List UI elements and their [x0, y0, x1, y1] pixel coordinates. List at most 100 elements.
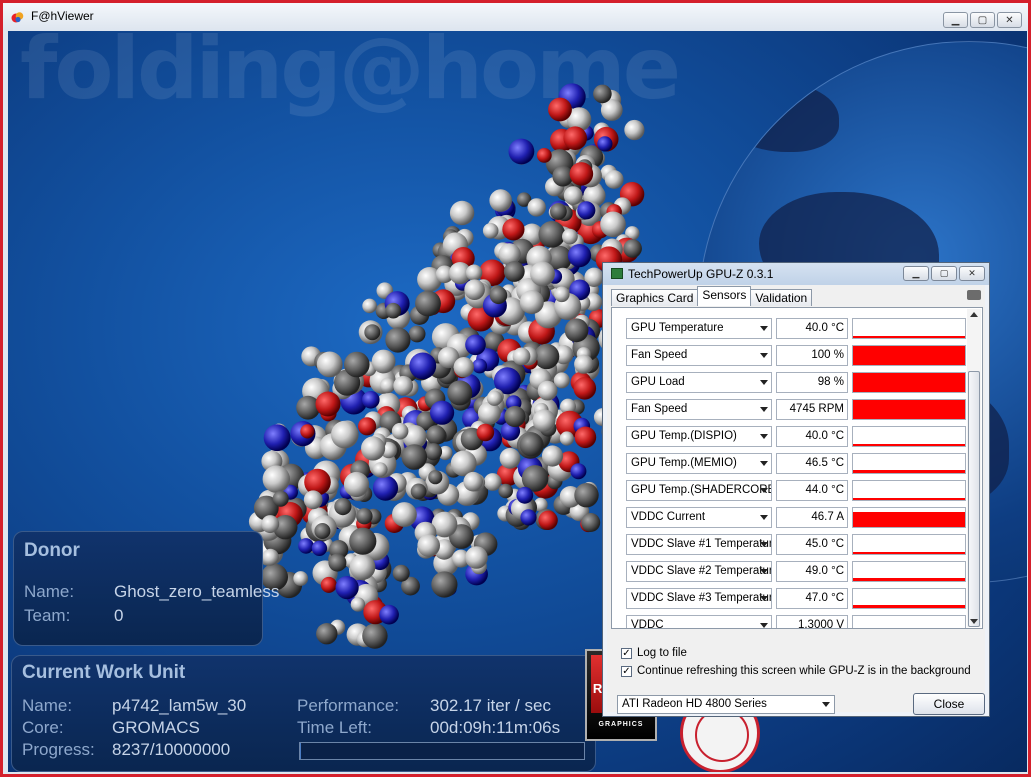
donor-name-value: Ghost_zero_teamless [114, 582, 280, 601]
atom [391, 422, 409, 440]
sensor-name: GPU Temp.(SHADERCORE) [631, 484, 772, 496]
atom [476, 423, 495, 442]
atom [472, 358, 488, 374]
sensor-graph-fill [853, 400, 965, 419]
atom [486, 390, 503, 406]
atom [314, 523, 331, 539]
atom [563, 126, 587, 150]
sensor-graph-fill [853, 605, 965, 608]
atom [361, 436, 386, 461]
sensor-row: VDDC Slave #1 Temperature 45.0 °C [626, 534, 966, 555]
sensor-row: GPU Temp.(MEMIO) 46.5 °C [626, 453, 966, 474]
sensor-name-select[interactable]: Fan Speed [626, 399, 772, 420]
log-to-file-row[interactable]: ✓ Log to file [621, 647, 687, 659]
sensor-name: GPU Temp.(MEMIO) [631, 457, 737, 469]
sensor-value: 100 % [776, 345, 848, 366]
sensor-list[interactable]: GPU Temperature 40.0 °C Fan Speed 100 % GPU … [611, 307, 983, 629]
tab-sensors[interactable]: Sensors [697, 286, 752, 306]
wu-name-value: p4742_lam5w_30 [112, 696, 247, 715]
gpuz-close-dialog-button[interactable]: Close [913, 693, 985, 715]
chevron-down-icon [760, 407, 768, 412]
sensor-name-select[interactable]: VDDC [626, 615, 772, 628]
tab-validation[interactable]: Validation [750, 289, 813, 306]
continue-refresh-checkbox[interactable]: ✓ [621, 665, 632, 677]
atom [597, 136, 613, 152]
atom [465, 264, 483, 281]
donor-title: Donor [24, 540, 80, 561]
atom [392, 564, 410, 582]
sensor-graph-fill [853, 470, 965, 473]
work-unit-panel: Current Work Unit Name: p4742_lam5w_30 C… [11, 655, 596, 772]
atom [624, 119, 645, 141]
scroll-down-icon[interactable] [970, 619, 978, 624]
atom [465, 334, 486, 356]
atom [349, 554, 376, 580]
continue-refresh-row[interactable]: ✓ Continue refreshing this screen while … [621, 665, 971, 677]
chevron-down-icon [760, 380, 768, 385]
sensor-name-select[interactable]: GPU Load [626, 372, 772, 393]
donor-name-label: Name: [24, 582, 75, 601]
gpuz-title-bar[interactable]: TechPowerUp GPU-Z 0.3.1 ▁ ▢ ✕ [603, 263, 989, 285]
atom [536, 148, 552, 163]
close-button[interactable]: ✕ [997, 12, 1022, 28]
sensor-scrollbar[interactable] [967, 309, 981, 627]
minimize-button[interactable]: ▁ [943, 12, 968, 28]
atom [527, 198, 546, 217]
atom [426, 425, 446, 445]
atom [463, 471, 484, 492]
device-select[interactable]: ATI Radeon HD 4800 Series [617, 695, 835, 714]
sensor-name-select[interactable]: GPU Temp.(DISPIO) [626, 426, 772, 447]
wu-progress-bar [299, 742, 585, 760]
atom [372, 475, 399, 501]
gpuz-maximize-button[interactable]: ▢ [931, 266, 957, 281]
sensor-name-select[interactable]: GPU Temp.(SHADERCORE) [626, 480, 772, 501]
sensor-name: GPU Temperature [631, 322, 724, 334]
atom [373, 462, 388, 477]
atom [574, 426, 597, 449]
maximize-button[interactable]: ▢ [970, 12, 995, 28]
log-to-file-checkbox[interactable]: ✓ [621, 647, 632, 659]
scroll-thumb[interactable] [968, 371, 980, 627]
tab-graphics-card[interactable]: Graphics Card [611, 289, 699, 306]
sensor-name-select[interactable]: GPU Temp.(MEMIO) [626, 453, 772, 474]
sensor-graph-fill [853, 498, 965, 500]
atom [431, 571, 458, 598]
title-bar[interactable]: F@hViewer ▁ ▢ ✕ [3, 3, 1028, 31]
atom [311, 540, 328, 556]
sensor-graph [852, 480, 966, 501]
atom [489, 189, 512, 212]
sensor-name-select[interactable]: GPU Temperature [626, 318, 772, 339]
sensor-graph [852, 561, 966, 582]
sensor-value: 46.5 °C [776, 453, 848, 474]
atom [541, 445, 564, 467]
scroll-up-icon[interactable] [970, 312, 978, 317]
atom [262, 465, 290, 493]
sensor-name-select[interactable]: VDDC Slave #1 Temperature [626, 534, 772, 555]
atom [393, 375, 414, 396]
sensor-graph [852, 615, 966, 628]
atom [304, 468, 331, 496]
atom [532, 409, 556, 432]
sensor-name-select[interactable]: VDDC Current [626, 507, 772, 528]
sensor-name-select[interactable]: Fan Speed [626, 345, 772, 366]
atom [328, 553, 347, 572]
sensor-name-select[interactable]: VDDC Slave #2 Temperature [626, 561, 772, 582]
sensor-row: Fan Speed 4745 RPM [626, 399, 966, 420]
sensor-name: VDDC Current [631, 511, 706, 523]
atom [362, 623, 388, 649]
sensor-row: GPU Temp.(DISPIO) 40.0 °C [626, 426, 966, 447]
atom [581, 513, 601, 532]
sensor-name-select[interactable]: VDDC Slave #3 Temperature [626, 588, 772, 609]
atom [574, 483, 599, 508]
gpuz-minimize-button[interactable]: ▁ [903, 266, 929, 281]
atom [512, 347, 531, 366]
gpuz-close-button[interactable]: ✕ [959, 266, 985, 281]
atom [465, 546, 488, 569]
atom [499, 447, 521, 469]
atom [593, 84, 612, 104]
camera-icon[interactable] [967, 290, 981, 300]
atom [447, 380, 473, 406]
atom [300, 424, 315, 439]
sensor-graph-fill [853, 336, 965, 338]
sensor-graph-fill [853, 578, 965, 581]
